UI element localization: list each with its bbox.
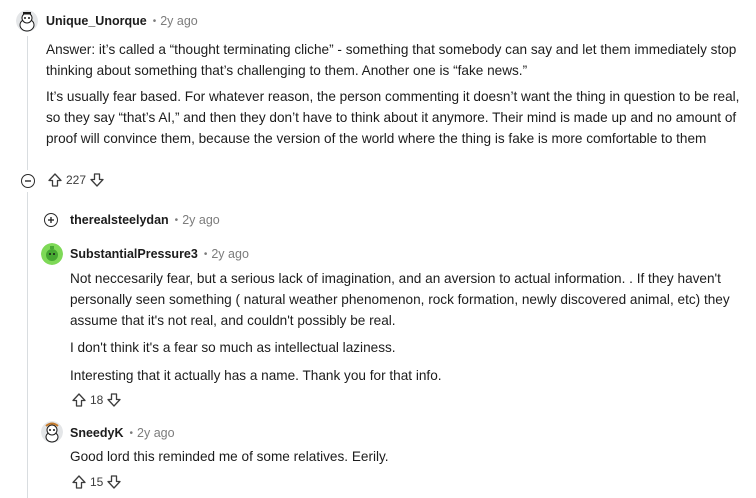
avatar-sneedyk[interactable] (41, 421, 63, 443)
comment-author[interactable]: Unique_Unorque (46, 14, 147, 28)
comment-timestamp[interactable]: 2y ago (160, 14, 198, 28)
comment-author[interactable]: SneedyK (70, 426, 124, 440)
comment-paragraph: It’s usually fear based. For whatever re… (46, 89, 740, 146)
avatar-unique-unorque[interactable] (16, 10, 38, 32)
comment-timestamp[interactable]: 2y ago (137, 426, 175, 440)
comment-author[interactable]: SubstantialPressure3 (70, 247, 198, 261)
separator-dot: • (203, 248, 208, 260)
minus-icon (25, 180, 31, 182)
vote-bar: 15 (71, 474, 122, 490)
expand-button[interactable] (44, 213, 58, 227)
downvote-icon[interactable] (89, 172, 105, 188)
vote-bar: 18 (71, 392, 122, 408)
thread-line (27, 36, 28, 170)
upvote-icon[interactable] (71, 392, 87, 408)
comment-meta: SneedyK • 2y ago (70, 426, 175, 440)
comment-meta: SubstantialPressure3 • 2y ago (70, 247, 249, 261)
upvote-icon[interactable] (71, 474, 87, 490)
comment-meta: Unique_Unorque • 2y ago (46, 14, 198, 28)
vote-count: 18 (90, 393, 104, 407)
comment-paragraph: Interesting that it actually has a name.… (70, 368, 442, 383)
downvote-icon[interactable] (106, 474, 122, 490)
separator-dot: • (174, 214, 179, 226)
comment-paragraph: I don't think it's a fear so much as int… (70, 340, 396, 355)
plus-icon (48, 217, 54, 223)
collapse-button[interactable] (21, 174, 35, 188)
avatar-substantialpressure3[interactable] (41, 243, 63, 265)
upvote-icon[interactable] (47, 172, 63, 188)
comment-timestamp[interactable]: 2y ago (211, 247, 249, 261)
comment-author[interactable]: therealsteelydan (70, 213, 169, 227)
downvote-icon[interactable] (106, 392, 122, 408)
vote-count: 15 (90, 475, 104, 489)
comment-meta: therealsteelydan • 2y ago (70, 213, 220, 227)
separator-dot: • (152, 15, 157, 27)
vote-bar: 227 (47, 172, 105, 188)
thread-line (27, 192, 28, 498)
comment-paragraph: Not neccesarily fear, but a serious lack… (70, 271, 730, 328)
vote-count: 227 (66, 173, 87, 187)
comment-paragraph: Answer: it’s called a “thought terminati… (46, 42, 737, 78)
comment-timestamp[interactable]: 2y ago (182, 213, 220, 227)
comment-paragraph: Good lord this reminded me of some relat… (70, 449, 389, 464)
separator-dot: • (129, 427, 134, 439)
